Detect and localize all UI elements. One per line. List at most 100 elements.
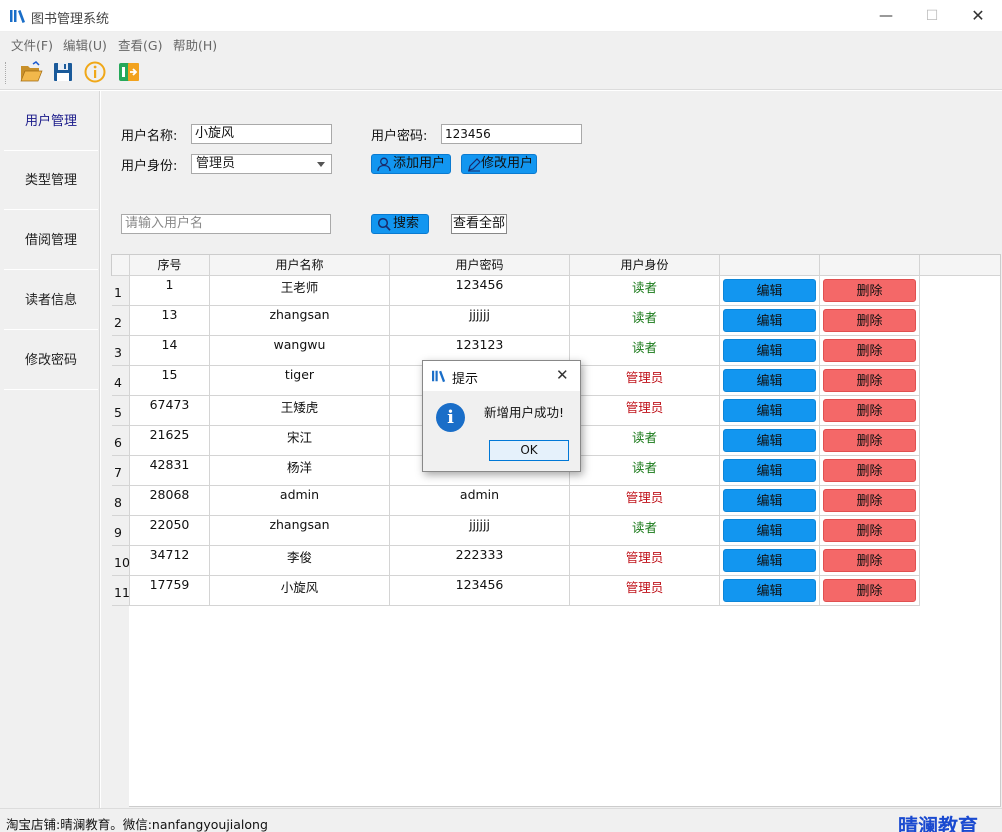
table-row[interactable]: 8 28068 admin admin 管理员 编辑 删除 [112,486,920,516]
cell-username[interactable]: 宋江 [210,426,390,456]
toolbar-grip[interactable] [5,62,8,84]
header-username[interactable]: 用户名称 [210,255,390,276]
username-field[interactable]: 小旋风 [191,124,332,144]
cell-role[interactable]: 读者 [570,426,720,456]
cell-role[interactable]: 管理员 [570,486,720,516]
open-folder-icon[interactable] [19,60,43,84]
menu-help[interactable]: 帮助(H) [173,35,217,54]
table-row[interactable]: 10 34712 李俊 222333 管理员 编辑 删除 [112,546,920,576]
cell-username[interactable]: 王老师 [210,276,390,306]
cell-username[interactable]: 李俊 [210,546,390,576]
header-password[interactable]: 用户密码 [390,255,570,276]
role-select[interactable]: 管理员 [191,154,332,174]
nav-type-management[interactable]: 类型管理 [4,152,98,210]
minimize-button[interactable]: — [863,0,909,32]
edit-button[interactable]: 编辑 [723,429,816,452]
delete-button[interactable]: 删除 [823,309,916,332]
search-button[interactable]: 搜索 [371,214,429,234]
cell-id[interactable]: 13 [130,306,210,336]
exit-icon[interactable] [117,60,141,84]
cell-id[interactable]: 17759 [130,576,210,606]
add-user-button[interactable]: 添加用户 [371,154,451,174]
maximize-button[interactable]: ☐ [909,0,955,32]
cell-username[interactable]: zhangsan [210,516,390,546]
info-icon[interactable] [83,60,107,84]
save-icon[interactable] [51,60,75,84]
edit-button[interactable]: 编辑 [723,549,816,572]
delete-button[interactable]: 删除 [823,399,916,422]
cell-password[interactable]: 123456 [390,576,570,606]
cell-id[interactable]: 28068 [130,486,210,516]
dialog-close-button[interactable]: ✕ [556,366,569,384]
cell-role[interactable]: 管理员 [570,366,720,396]
cell-password[interactable]: admin [390,486,570,516]
cell-id[interactable]: 34712 [130,546,210,576]
table-row[interactable]: 1 1 王老师 123456 读者 编辑 删除 [112,276,920,306]
cell-id[interactable]: 42831 [130,456,210,486]
cell-id[interactable]: 1 [130,276,210,306]
cell-username[interactable]: 小旋风 [210,576,390,606]
delete-button[interactable]: 删除 [823,429,916,452]
menu-edit[interactable]: 编辑(U) [63,35,107,54]
edit-button[interactable]: 编辑 [723,459,816,482]
edit-button[interactable]: 编辑 [723,519,816,542]
delete-button[interactable]: 删除 [823,549,916,572]
cell-role[interactable]: 读者 [570,336,720,366]
edit-button[interactable]: 编辑 [723,579,816,602]
delete-button[interactable]: 删除 [823,519,916,542]
nav-change-password[interactable]: 修改密码 [4,332,98,390]
cell-role[interactable]: 管理员 [570,576,720,606]
edit-button[interactable]: 编辑 [723,279,816,302]
nav-borrow-management[interactable]: 借阅管理 [4,212,98,270]
table-row[interactable]: 2 13 zhangsan jjjjjj 读者 编辑 删除 [112,306,920,336]
cell-username[interactable]: 杨洋 [210,456,390,486]
delete-button[interactable]: 删除 [823,579,916,602]
header-id[interactable]: 序号 [130,255,210,276]
header-role[interactable]: 用户身份 [570,255,720,276]
search-input[interactable]: 请输入用户名 [121,214,331,234]
delete-button[interactable]: 删除 [823,279,916,302]
cell-role[interactable]: 管理员 [570,546,720,576]
cell-password[interactable]: jjjjjj [390,306,570,336]
cell-password[interactable]: 222333 [390,546,570,576]
cell-role[interactable]: 读者 [570,516,720,546]
show-all-button[interactable]: 查看全部 [451,214,507,234]
cell-id[interactable]: 22050 [130,516,210,546]
password-field[interactable]: 123456 [441,124,582,144]
nav-user-management[interactable]: 用户管理 [4,93,98,151]
cell-role[interactable]: 读者 [570,306,720,336]
cell-username[interactable]: zhangsan [210,306,390,336]
delete-button[interactable]: 删除 [823,459,916,482]
cell-id[interactable]: 15 [130,366,210,396]
cell-id[interactable]: 21625 [130,426,210,456]
cell-role[interactable]: 读者 [570,276,720,306]
close-button[interactable]: ✕ [955,0,1001,32]
nav-reader-info[interactable]: 读者信息 [4,272,98,330]
edit-button[interactable]: 编辑 [723,399,816,422]
edit-button[interactable]: 编辑 [723,369,816,392]
delete-button[interactable]: 删除 [823,489,916,512]
cell-password[interactable]: jjjjjj [390,516,570,546]
delete-button[interactable]: 删除 [823,339,916,362]
table-row[interactable]: 11 17759 小旋风 123456 管理员 编辑 删除 [112,576,920,606]
table-row[interactable]: 9 22050 zhangsan jjjjjj 读者 编辑 删除 [112,516,920,546]
cell-role[interactable]: 读者 [570,456,720,486]
cell-username[interactable]: 王矮虎 [210,396,390,426]
header-delete[interactable] [820,255,920,276]
edit-button[interactable]: 编辑 [723,309,816,332]
cell-username[interactable]: tiger [210,366,390,396]
cell-password[interactable]: 123456 [390,276,570,306]
ok-button[interactable]: OK [489,440,569,461]
cell-username[interactable]: admin [210,486,390,516]
cell-id[interactable]: 67473 [130,396,210,426]
edit-user-button[interactable]: 修改用户 [461,154,537,174]
cell-username[interactable]: wangwu [210,336,390,366]
menu-view[interactable]: 查看(G) [118,35,162,54]
cell-role[interactable]: 管理员 [570,396,720,426]
menu-file[interactable]: 文件(F) [11,35,53,54]
edit-button[interactable]: 编辑 [723,339,816,362]
header-edit[interactable] [720,255,820,276]
edit-button[interactable]: 编辑 [723,489,816,512]
cell-id[interactable]: 14 [130,336,210,366]
delete-button[interactable]: 删除 [823,369,916,392]
